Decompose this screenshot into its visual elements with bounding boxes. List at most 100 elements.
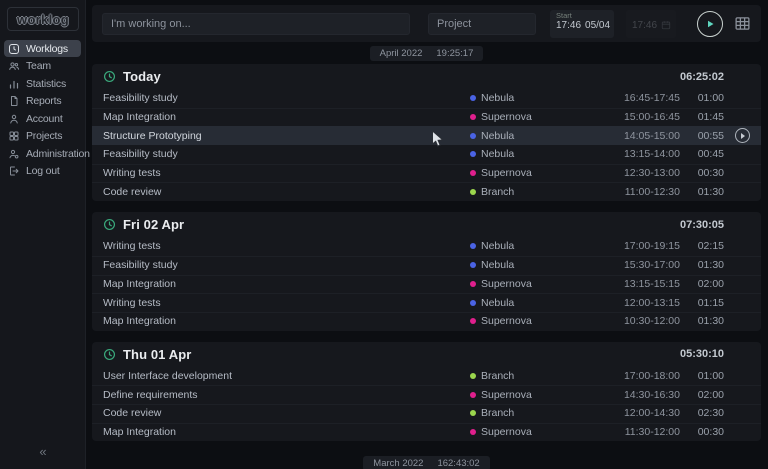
- day-total: 05:30:10: [680, 348, 724, 360]
- worklog-row[interactable]: Writing tests Nebula 17:00-19:15 02:15: [92, 237, 761, 256]
- day-header: Fri 02 Apr 07:30:05: [92, 212, 761, 237]
- worklog-row[interactable]: Map Integration Supernova 10:30-12:00 01…: [92, 312, 761, 331]
- row-task: Writing tests: [103, 240, 470, 252]
- worklog-row[interactable]: Feasibility study Nebula 13:15-14:00 00:…: [92, 145, 761, 164]
- row-time-range: 15:30-17:00: [610, 259, 680, 271]
- play-icon: [741, 133, 745, 139]
- sidebar-item-team[interactable]: Team: [4, 58, 81, 75]
- row-time-range: 14:05-15:00: [610, 130, 680, 142]
- row-time-range: 11:30-12:00: [610, 426, 680, 438]
- main-area: Start 17:46 05/04 17:46 April 2022 19:25…: [92, 0, 761, 469]
- row-time-range: 11:00-12:30: [610, 186, 680, 198]
- end-label: [632, 12, 671, 20]
- day-clock-icon: [103, 348, 116, 361]
- worklog-row[interactable]: Map Integration Supernova 15:00-16:45 01…: [92, 108, 761, 127]
- day-header: Today 06:25:02: [92, 64, 761, 89]
- row-time-range: 16:45-17:45: [610, 92, 680, 104]
- row-duration: 01:30: [680, 259, 724, 271]
- row-restart-button[interactable]: [735, 128, 750, 143]
- worklog-day-section: Thu 01 Apr 05:30:10 User Interface devel…: [92, 342, 761, 442]
- worklog-day-section: Fri 02 Apr 07:30:05 Writing tests Nebula…: [92, 212, 761, 330]
- row-task: Map Integration: [103, 315, 470, 327]
- row-duration: 01:00: [680, 92, 724, 104]
- row-time-range: 15:00-16:45: [610, 111, 680, 123]
- row-task: Code review: [103, 407, 470, 419]
- row-duration: 00:45: [680, 148, 724, 160]
- row-duration: 01:00: [680, 370, 724, 382]
- sidebar: worklog Worklogs Team Statistics Reports…: [0, 0, 86, 469]
- row-task: Map Integration: [103, 111, 470, 123]
- row-project: Branch: [481, 186, 514, 198]
- start-timer-button[interactable]: [697, 11, 723, 37]
- row-project: Nebula: [481, 92, 514, 104]
- row-task: Define requirements: [103, 389, 470, 401]
- row-time-range: 13:15-14:00: [610, 148, 680, 160]
- worklog-row[interactable]: Writing tests Nebula 12:00-13:15 01:15: [92, 293, 761, 312]
- worklog-row[interactable]: User Interface development Branch 17:00-…: [92, 367, 761, 386]
- sidebar-item-projects[interactable]: Projects: [4, 128, 81, 145]
- row-duration: 02:30: [680, 407, 724, 419]
- worklog-row[interactable]: Feasibility study Nebula 16:45-17:45 01:…: [92, 89, 761, 108]
- start-date-value: 05/04: [585, 20, 610, 31]
- day-total: 07:30:05: [680, 219, 724, 231]
- worklog-row-hovered[interactable]: Structure Prototyping Nebula 14:05-15:00…: [92, 126, 761, 145]
- grid-view-button[interactable]: [734, 15, 751, 32]
- worklog-row[interactable]: Code review Branch 11:00-12:30 01:30: [92, 182, 761, 201]
- sidebar-item-statistics[interactable]: Statistics: [4, 75, 81, 92]
- user-icon: [8, 113, 20, 125]
- start-datetime-field[interactable]: Start 17:46 05/04: [550, 10, 614, 38]
- sidebar-collapse-button[interactable]: «: [0, 444, 86, 459]
- worklog-row[interactable]: Define requirements Supernova 14:30-16:3…: [92, 385, 761, 404]
- project-dot: [470, 189, 476, 195]
- sidebar-item-logout[interactable]: Log out: [4, 163, 81, 180]
- admin-user-icon: [8, 148, 20, 160]
- row-duration: 00:30: [680, 167, 724, 179]
- month-total: 162:43:02: [437, 458, 479, 469]
- row-project: Nebula: [481, 259, 514, 271]
- row-task: Map Integration: [103, 426, 470, 438]
- clock-time: 19:25:17: [436, 48, 473, 59]
- grid-icon: [734, 15, 751, 32]
- logout-icon: [8, 165, 20, 177]
- row-task: Structure Prototyping: [103, 130, 470, 142]
- project-dot: [470, 429, 476, 435]
- row-duration: 02:15: [680, 240, 724, 252]
- day-clock-icon: [103, 70, 116, 83]
- row-project: Supernova: [481, 389, 532, 401]
- project-dot: [470, 300, 476, 306]
- project-dot: [470, 95, 476, 101]
- project-dot: [470, 243, 476, 249]
- sidebar-item-label: Reports: [26, 95, 61, 107]
- sidebar-item-label: Worklogs: [26, 43, 68, 55]
- worklog-row[interactable]: Map Integration Supernova 13:15-15:15 02…: [92, 275, 761, 294]
- row-project: Nebula: [481, 240, 514, 252]
- row-project: Nebula: [481, 148, 514, 160]
- new-entry-toolbar: Start 17:46 05/04 17:46: [92, 5, 761, 42]
- month-label: April 2022: [380, 48, 423, 59]
- start-time-value: 17:46: [556, 20, 581, 31]
- worklog-row[interactable]: Map Integration Supernova 11:30-12:00 00…: [92, 423, 761, 442]
- worklog-row[interactable]: Feasibility study Nebula 15:30-17:00 01:…: [92, 256, 761, 275]
- sidebar-item-reports[interactable]: Reports: [4, 93, 81, 110]
- row-time-range: 14:30-16:30: [610, 389, 680, 401]
- sidebar-item-administration[interactable]: Administration: [4, 145, 81, 162]
- sidebar-item-account[interactable]: Account: [4, 110, 81, 127]
- row-duration: 00:55: [680, 130, 724, 142]
- sidebar-item-worklogs[interactable]: Worklogs: [4, 40, 81, 57]
- row-duration: 02:00: [680, 278, 724, 290]
- row-time-range: 10:30-12:00: [610, 315, 680, 327]
- sidebar-item-label: Account: [26, 113, 63, 125]
- row-time-range: 13:15-15:15: [610, 278, 680, 290]
- worklog-row[interactable]: Code review Branch 12:00-14:30 02:30: [92, 404, 761, 423]
- row-duration: 00:30: [680, 426, 724, 438]
- project-dot: [470, 151, 476, 157]
- row-task: Writing tests: [103, 167, 470, 179]
- month-footer-strip: March 2022 162:43:02: [92, 452, 761, 469]
- worklog-row[interactable]: Writing tests Supernova 12:30-13:00 00:3…: [92, 164, 761, 183]
- row-task: Feasibility study: [103, 148, 470, 160]
- users-icon: [8, 60, 20, 72]
- project-input[interactable]: [428, 13, 536, 35]
- task-description-input[interactable]: [102, 13, 410, 35]
- row-time-range: 12:00-14:30: [610, 407, 680, 419]
- document-icon: [8, 95, 20, 107]
